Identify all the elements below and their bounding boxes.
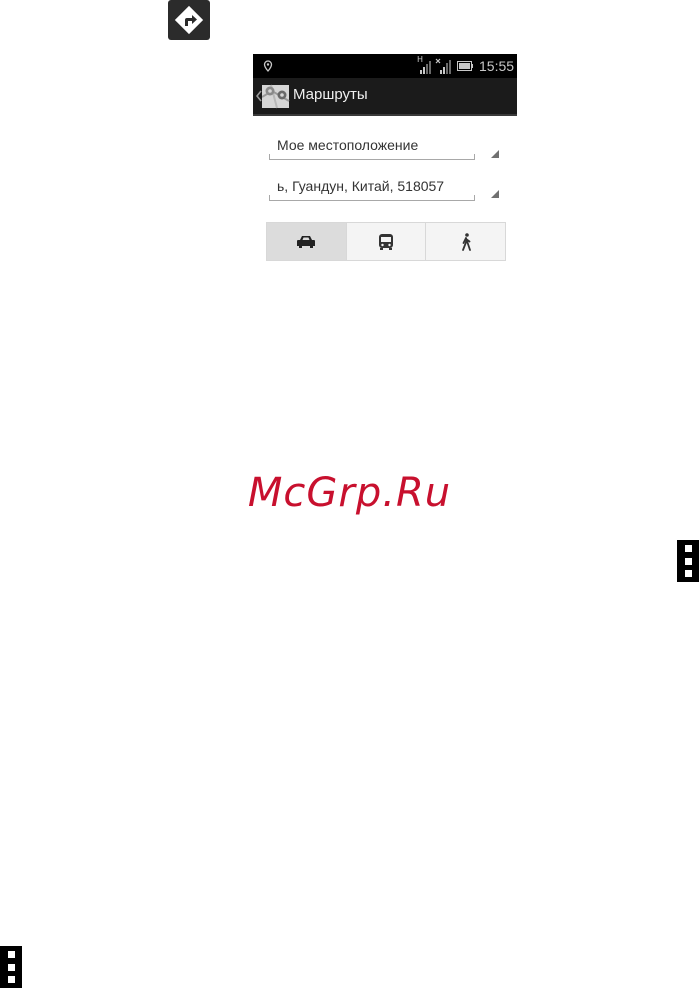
- signal-h-icon: [420, 61, 431, 74]
- home-up-button[interactable]: [253, 78, 293, 114]
- watermark-text: McGrp.Ru: [247, 470, 452, 516]
- to-field[interactable]: ь, Гуандун, Китай, 518057: [269, 175, 475, 201]
- travel-mode-car-button[interactable]: [267, 223, 347, 260]
- travel-mode-transit-button[interactable]: [347, 223, 427, 260]
- maps-app-icon: [262, 84, 290, 109]
- phone-screen: H 15:55 Маршруты Мое местоположение ь, Г…: [253, 54, 517, 264]
- from-field[interactable]: Мое местоположение: [269, 134, 475, 160]
- travel-mode-bar: [266, 222, 506, 261]
- travel-mode-walk-button[interactable]: [426, 223, 505, 260]
- battery-icon: [457, 61, 473, 71]
- to-dropdown-arrow-icon[interactable]: [491, 190, 499, 198]
- action-bar: Маршруты: [253, 78, 517, 116]
- status-bar: H 15:55: [253, 54, 517, 78]
- overflow-menu-icon: [677, 540, 699, 582]
- car-icon: [297, 235, 316, 248]
- overflow-menu-icon: [0, 946, 22, 988]
- page-title: Маршруты: [293, 86, 368, 103]
- walk-icon: [461, 232, 471, 251]
- status-time: 15:55: [479, 58, 515, 74]
- signal-x-icon: [435, 58, 451, 74]
- location-pin-icon: [263, 60, 273, 72]
- bus-icon: [379, 233, 393, 250]
- from-dropdown-arrow-icon[interactable]: [491, 150, 499, 158]
- directions-icon: [168, 0, 210, 40]
